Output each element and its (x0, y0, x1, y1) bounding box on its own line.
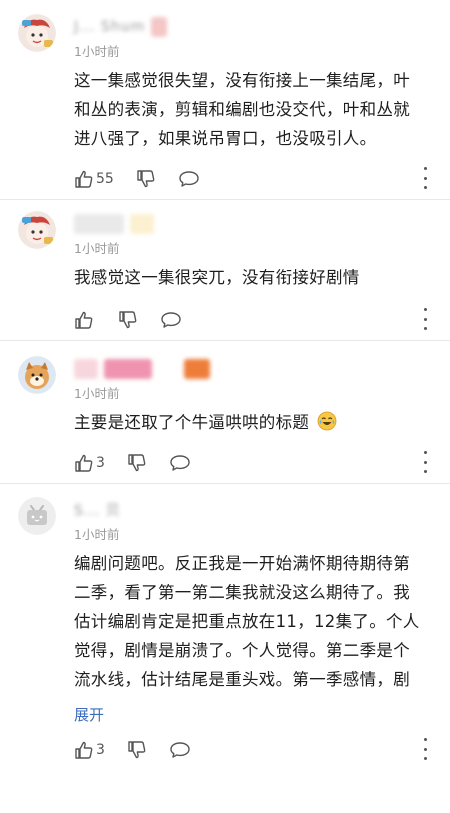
avatar[interactable] (18, 356, 56, 394)
timestamp: 1小时前 (74, 527, 120, 542)
username-text[interactable]: S... 贝 (74, 500, 121, 520)
avatar[interactable] (18, 14, 56, 52)
thumbs-up-icon (75, 741, 93, 759)
comment-meta: 1小时前 (74, 356, 432, 408)
chat-bubble-icon (170, 742, 190, 758)
username-blur (74, 359, 98, 379)
crying-laughing-emoji-icon (317, 411, 337, 431)
username-text[interactable]: J... Shum (74, 19, 145, 35)
badge-blur (130, 214, 154, 234)
comment-text-content: 主要是还取了个牛逼哄哄的标题 (74, 413, 310, 432)
username-blur (104, 359, 152, 379)
dislike-button[interactable] (127, 453, 147, 473)
thumbs-down-icon (128, 454, 146, 472)
like-button[interactable]: 55 (74, 169, 114, 189)
thumbs-down-icon (128, 741, 146, 759)
reply-button[interactable] (160, 310, 182, 330)
like-count: 3 (96, 455, 105, 471)
badge-blur (151, 17, 168, 37)
like-button[interactable] (74, 310, 96, 330)
username[interactable] (74, 213, 154, 235)
avatar[interactable] (18, 497, 56, 535)
more-options-icon[interactable] (422, 167, 428, 189)
cartoon-avatar-icon (18, 14, 56, 52)
reply-button[interactable] (178, 169, 200, 189)
chat-bubble-icon (161, 312, 181, 328)
comment-meta: S... 贝 1小时前 (74, 497, 432, 549)
like-count: 3 (96, 742, 105, 758)
comment-actions: 3 (74, 443, 432, 483)
comment-meta: J... Shum 1小时前 (74, 14, 432, 66)
dog-avatar-icon (18, 356, 56, 394)
like-button[interactable]: 3 (74, 453, 105, 473)
comment-item: 1小时前 我感觉这一集很突兀，没有衔接好剧情 (0, 199, 450, 340)
thumbs-up-icon (75, 454, 93, 472)
comment-item: J... Shum 1小时前 这一集感觉很失望，没有衔接上一集结尾，叶和丛的表演… (0, 0, 450, 199)
comment-meta: 1小时前 (74, 211, 432, 263)
more-options-icon[interactable] (422, 308, 428, 330)
comment-text: 主要是还取了个牛逼哄哄的标题 (74, 408, 424, 437)
thumbs-down-icon (119, 311, 137, 329)
timestamp: 1小时前 (74, 44, 120, 59)
avatar[interactable] (18, 211, 56, 249)
comment-actions: 55 (74, 159, 432, 199)
chat-bubble-icon (170, 455, 190, 471)
comment-text: 我感觉这一集很突兀，没有衔接好剧情 (74, 268, 360, 287)
like-count: 55 (96, 171, 114, 187)
reply-button[interactable] (169, 740, 191, 760)
thumbs-up-icon (75, 311, 93, 329)
thumbs-up-icon (75, 170, 93, 188)
badge-blur (184, 359, 210, 379)
username[interactable]: J... Shum (74, 16, 168, 38)
comment-actions: 3 (74, 730, 432, 770)
dislike-button[interactable] (127, 740, 147, 760)
bilibili-tv-avatar-icon (18, 497, 56, 535)
username-blur (74, 214, 124, 234)
timestamp: 1小时前 (74, 386, 120, 401)
like-button[interactable]: 3 (74, 740, 105, 760)
comment-item: S... 贝 1小时前 编剧问题吧。反正我是一开始满怀期待期待第二季，看了第一第… (0, 483, 450, 770)
dislike-button[interactable] (136, 169, 156, 189)
comment-text: 编剧问题吧。反正我是一开始满怀期待期待第二季，看了第一第二集我就没这么期待了。我… (74, 554, 420, 689)
expand-link[interactable]: 展开 (74, 704, 432, 726)
reply-button[interactable] (169, 453, 191, 473)
timestamp: 1小时前 (74, 241, 120, 256)
dislike-button[interactable] (118, 310, 138, 330)
comment-item: 1小时前 主要是还取了个牛逼哄哄的标题 3 (0, 340, 450, 483)
more-options-icon[interactable] (422, 451, 428, 473)
more-options-icon[interactable] (422, 738, 428, 760)
comment-text: 这一集感觉很失望，没有衔接上一集结尾，叶和丛的表演，剪辑和编剧也没交代，叶和丛就… (74, 71, 410, 148)
chat-bubble-icon (179, 171, 199, 187)
comment-actions (74, 300, 432, 340)
cartoon-avatar-icon (18, 211, 56, 249)
username[interactable] (74, 358, 210, 380)
username[interactable]: S... 贝 (74, 499, 121, 521)
thumbs-down-icon (137, 170, 155, 188)
